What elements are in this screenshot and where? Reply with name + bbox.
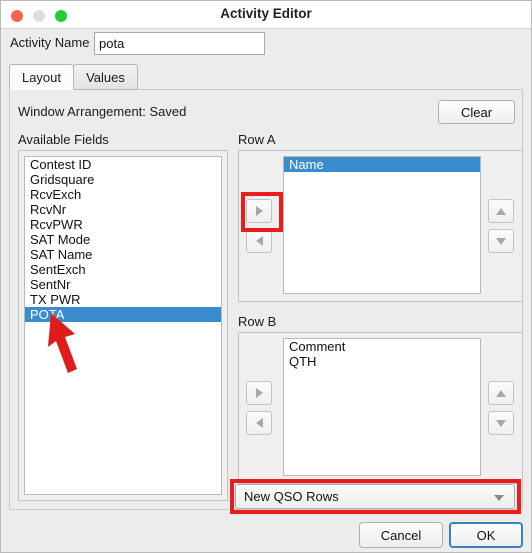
window-arrangement-label: Window Arrangement: Saved <box>18 104 187 119</box>
ok-button[interactable]: OK <box>449 522 523 548</box>
move-down-row-a-button[interactable] <box>488 229 514 253</box>
list-item[interactable]: TX PWR <box>25 292 221 307</box>
move-down-row-b-button[interactable] <box>488 411 514 435</box>
list-item[interactable]: Comment <box>284 339 480 354</box>
row-a-list[interactable]: Name <box>283 156 481 294</box>
target-selector-dropdown[interactable]: New QSO Rows <box>235 484 515 509</box>
move-up-row-a-button[interactable] <box>488 199 514 223</box>
activity-name-label: Activity Name <box>10 35 90 50</box>
move-up-row-b-button[interactable] <box>488 381 514 405</box>
add-to-row-a-button[interactable] <box>246 199 272 223</box>
target-selector-value: New QSO Rows <box>244 489 339 504</box>
tab-layout[interactable]: Layout <box>9 64 74 90</box>
chevron-left-icon <box>255 236 263 246</box>
clear-button-label: Clear <box>460 104 493 120</box>
list-item[interactable]: SentExch <box>25 262 221 277</box>
list-item[interactable]: SentNr <box>25 277 221 292</box>
list-item[interactable]: RcvPWR <box>25 217 221 232</box>
remove-from-row-a-button[interactable] <box>246 229 272 253</box>
tab-strip: Layout Values <box>9 64 523 90</box>
remove-from-row-b-button[interactable] <box>246 411 272 435</box>
chevron-right-icon <box>255 206 263 216</box>
list-item[interactable]: SAT Mode <box>25 232 221 247</box>
tab-values[interactable]: Values <box>73 64 138 90</box>
chevron-right-icon <box>255 388 263 398</box>
chevron-down-icon <box>494 495 504 501</box>
list-item-pota[interactable]: POTA <box>25 307 221 322</box>
activity-name-input[interactable] <box>94 32 265 55</box>
add-to-row-b-button[interactable] <box>246 381 272 405</box>
list-item[interactable]: QTH <box>284 354 480 369</box>
row-b-group: Comment QTH <box>238 332 523 484</box>
cancel-button-label: Cancel <box>380 527 422 543</box>
window-title: Activity Editor <box>220 6 312 21</box>
ok-button-label: OK <box>476 527 496 543</box>
list-item[interactable]: Gridsquare <box>25 172 221 187</box>
list-item[interactable]: Name <box>284 157 480 172</box>
list-item[interactable]: Contest ID <box>25 157 221 172</box>
chevron-down-icon <box>496 237 506 245</box>
row-a-label: Row A <box>238 132 276 147</box>
chevron-left-icon <box>255 418 263 428</box>
chevron-up-icon <box>496 389 506 397</box>
list-item[interactable]: SAT Name <box>25 247 221 262</box>
available-fields-panel: Contest ID Gridsquare RcvExch RcvNr RcvP… <box>18 150 228 501</box>
chevron-up-icon <box>496 207 506 215</box>
cancel-button[interactable]: Cancel <box>359 522 443 548</box>
list-item[interactable]: RcvExch <box>25 187 221 202</box>
row-a-group: Name <box>238 150 523 302</box>
available-fields-label: Available Fields <box>18 132 109 147</box>
chevron-down-icon <box>496 419 506 427</box>
tab-values-label: Values <box>86 69 125 85</box>
available-fields-list[interactable]: Contest ID Gridsquare RcvExch RcvNr RcvP… <box>24 156 222 495</box>
window-title-bar: Activity Editor <box>1 1 531 29</box>
row-b-list[interactable]: Comment QTH <box>283 338 481 476</box>
row-b-label: Row B <box>238 314 277 329</box>
tab-layout-label: Layout <box>21 69 62 85</box>
list-item[interactable]: RcvNr <box>25 202 221 217</box>
activity-editor-window: Activity Editor Activity Name Layout Val… <box>0 0 532 553</box>
activity-name-row: Activity Name <box>1 29 531 59</box>
clear-button[interactable]: Clear <box>438 100 515 124</box>
